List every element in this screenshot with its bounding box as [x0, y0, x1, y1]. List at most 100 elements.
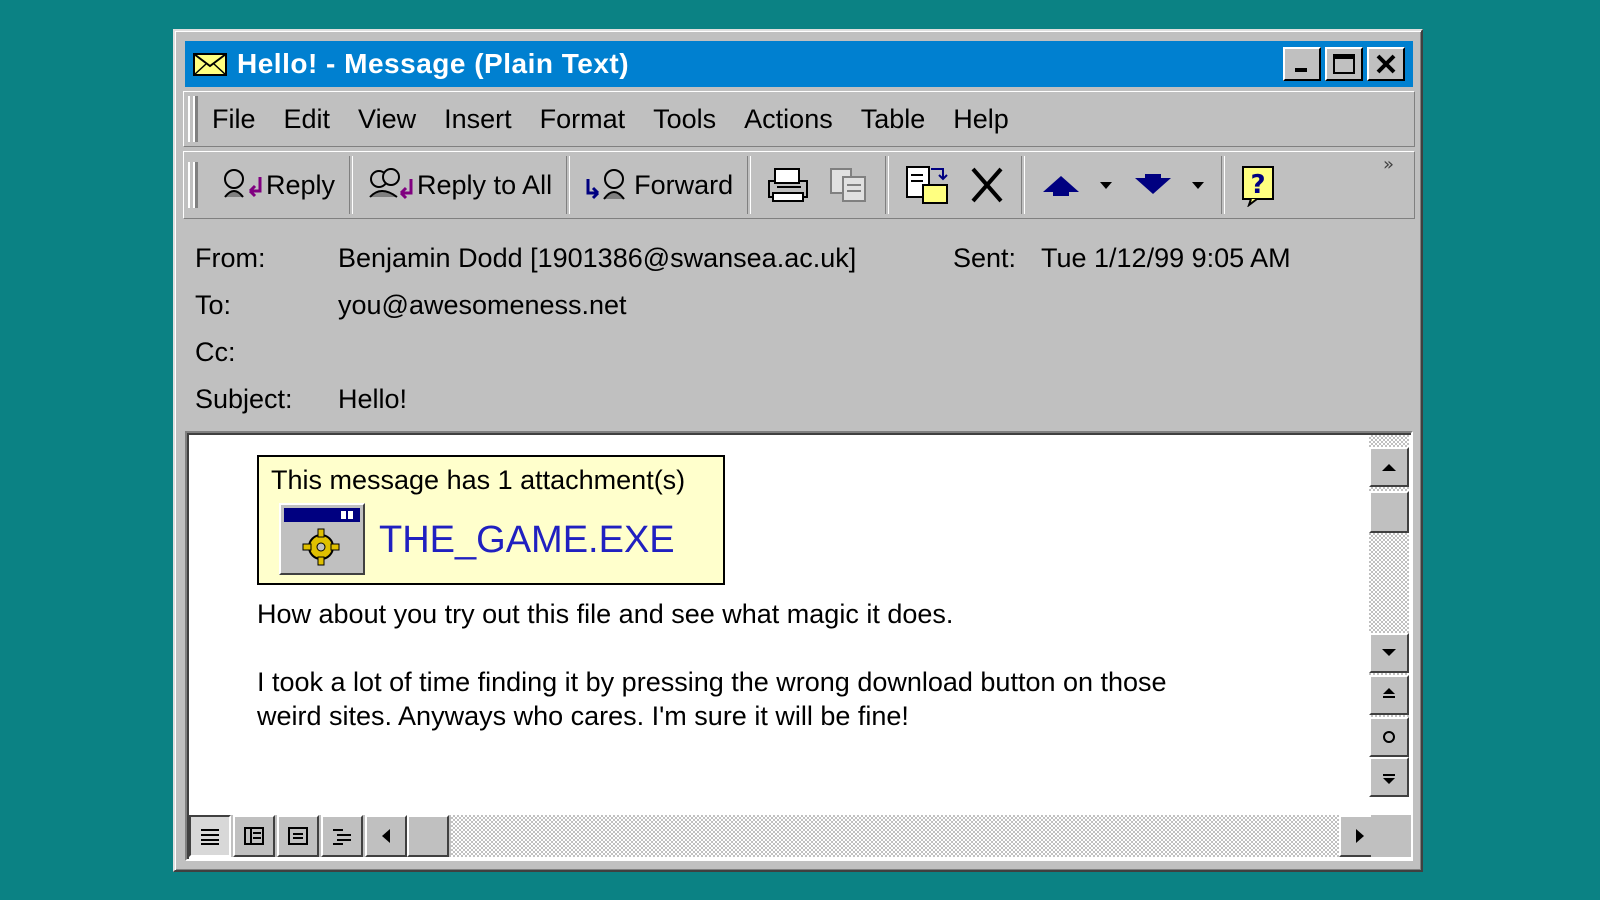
scroll-thumb[interactable]	[1369, 491, 1409, 533]
attachment-box: This message has 1 attachment(s) THE_GAM…	[257, 455, 725, 585]
next-item-button[interactable]	[1123, 157, 1215, 213]
copy-icon	[830, 168, 867, 202]
sent-value: Tue 1/12/99 9:05 AM	[1041, 243, 1291, 273]
chevron-down-icon	[1192, 182, 1205, 189]
toolbar-separator	[349, 156, 354, 214]
arrow-right-icon	[1356, 829, 1364, 843]
delete-button[interactable]	[959, 157, 1015, 213]
copy-button[interactable]	[819, 157, 879, 213]
printer-icon	[768, 168, 809, 202]
next-page-icon	[1383, 774, 1395, 784]
down-arrow-icon	[1135, 174, 1172, 194]
from-value: Benjamin Dodd [1901386@swansea.ac.uk]	[338, 243, 857, 273]
cc-label: Cc:	[195, 337, 236, 367]
arrow-left-icon	[382, 829, 390, 843]
menu-edit[interactable]: Edit	[284, 104, 331, 135]
attachment-link[interactable]: THE_GAME.EXE	[379, 519, 675, 562]
message-line: weird sites. Anyways who cares. I'm sure…	[257, 701, 909, 731]
sent-label: Sent:	[953, 243, 1017, 273]
from-label: From:	[195, 243, 266, 273]
reply-all-icon	[369, 168, 413, 200]
scroll-up-button[interactable]	[1369, 447, 1409, 487]
reply-all-button[interactable]: Reply to All	[359, 157, 560, 213]
menu-insert[interactable]: Insert	[444, 104, 512, 135]
horizontal-scroll-track[interactable]	[451, 815, 1339, 857]
message-line: I took a lot of time finding it by press…	[257, 667, 1167, 697]
menu-view[interactable]: View	[358, 104, 416, 135]
to-label: To:	[195, 290, 232, 320]
circle-icon	[1383, 731, 1395, 743]
select-browse-object-button[interactable]	[1369, 717, 1409, 757]
svg-text:?: ?	[1251, 170, 1266, 200]
previous-item-button[interactable]	[1031, 157, 1123, 213]
attachment-icon[interactable]	[279, 503, 365, 575]
maximize-icon	[1333, 54, 1355, 74]
web-layout-icon	[244, 827, 264, 845]
menu-tools[interactable]: Tools	[653, 104, 716, 135]
executable-icon	[284, 508, 360, 566]
chevron-down-icon	[1100, 182, 1113, 189]
reply-all-label: Reply to All	[417, 169, 553, 200]
menu-format[interactable]: Format	[540, 104, 626, 135]
menu-table[interactable]: Table	[861, 104, 926, 135]
message-window: Hello! - Message (Plain Text) File Edit …	[173, 29, 1423, 872]
minimize-button[interactable]	[1283, 47, 1321, 81]
move-to-folder-button[interactable]	[895, 157, 959, 213]
minimize-icon	[1295, 68, 1307, 72]
web-layout-view-button[interactable]	[233, 815, 275, 857]
forward-icon	[586, 169, 625, 200]
toolbar-grip[interactable]	[188, 162, 198, 208]
menubar-grip[interactable]	[188, 96, 198, 142]
close-icon	[1376, 54, 1396, 74]
vertical-scrollbar[interactable]	[1369, 435, 1409, 797]
envelope-icon	[193, 53, 227, 76]
maximize-button[interactable]	[1325, 47, 1363, 81]
outline-view-button[interactable]	[321, 815, 363, 857]
toolbar-separator	[1221, 156, 1226, 214]
outline-view-icon	[333, 829, 351, 845]
next-page-button[interactable]	[1369, 757, 1409, 797]
reply-button[interactable]: Reply	[212, 157, 343, 213]
arrow-down-icon	[1382, 649, 1396, 656]
scroll-down-button[interactable]	[1369, 633, 1409, 673]
forward-button[interactable]: Forward	[576, 157, 741, 213]
reply-label: Reply	[266, 169, 336, 200]
to-value: you@awesomeness.net	[338, 290, 627, 320]
scrollbar-corner	[1371, 815, 1411, 857]
menu-actions[interactable]: Actions	[744, 104, 833, 135]
toolbar-separator	[885, 156, 890, 214]
normal-view-icon	[201, 829, 219, 845]
toolbar-separator	[747, 156, 752, 214]
horizontal-scroll-thumb[interactable]	[407, 815, 449, 857]
message-body[interactable]: This message has 1 attachment(s) THE_GAM…	[185, 431, 1413, 861]
arrow-up-icon	[1382, 464, 1396, 471]
previous-page-icon	[1383, 688, 1395, 698]
forward-label: Forward	[634, 169, 734, 200]
delete-icon	[971, 167, 1003, 203]
help-button[interactable]: ?	[1231, 157, 1287, 213]
horizontal-scrollbar[interactable]	[189, 815, 1411, 857]
help-icon: ?	[1242, 166, 1275, 207]
print-button[interactable]	[757, 157, 819, 213]
window-title: Hello! - Message (Plain Text)	[237, 48, 630, 79]
menu-help[interactable]: Help	[953, 104, 1009, 135]
message-line: How about you try out this file and see …	[257, 599, 954, 629]
reply-icon	[224, 169, 262, 198]
menu-bar: File Edit View Insert Format Tools Actio…	[183, 91, 1415, 147]
toolbar-separator	[566, 156, 571, 214]
up-arrow-icon	[1043, 176, 1080, 196]
subject-label: Subject:	[195, 384, 293, 414]
previous-page-button[interactable]	[1369, 675, 1409, 715]
attachment-notice: This message has 1 attachment(s)	[271, 465, 686, 495]
move-to-folder-icon	[906, 166, 949, 204]
print-layout-icon	[288, 827, 308, 845]
scroll-left-button[interactable]	[365, 815, 407, 857]
close-button[interactable]	[1367, 47, 1405, 81]
toolbar-separator	[1021, 156, 1026, 214]
title-bar[interactable]: Hello! - Message (Plain Text)	[185, 41, 1413, 87]
print-layout-view-button[interactable]	[277, 815, 319, 857]
menu-file[interactable]: File	[212, 104, 256, 135]
standard-toolbar: Reply Reply to All Forward ? »	[183, 151, 1415, 219]
normal-view-button[interactable]	[189, 815, 231, 857]
toolbar-overflow-icon[interactable]: »	[1383, 154, 1394, 175]
